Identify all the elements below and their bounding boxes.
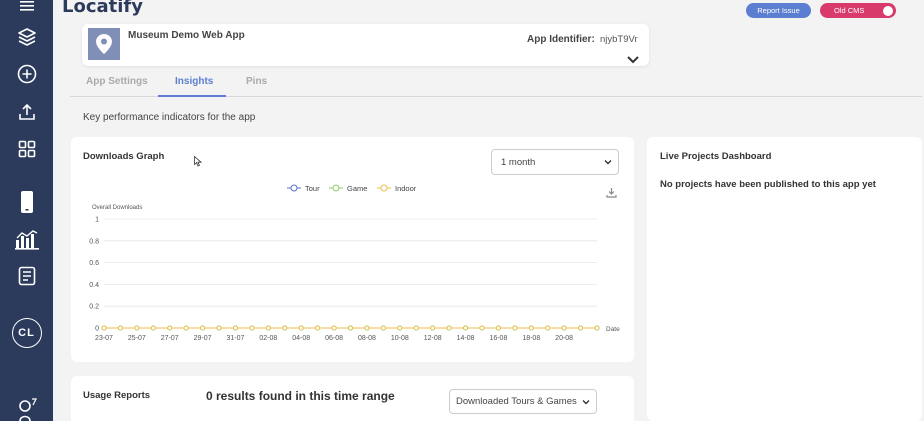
app-logo: Locatify — [62, 0, 143, 17]
apps-grid-icon[interactable] — [0, 137, 53, 161]
google-g-icon[interactable] — [0, 397, 53, 421]
chevron-down-icon — [582, 396, 590, 407]
time-range-value: 1 month — [501, 156, 536, 168]
menu-icon[interactable] — [0, 0, 53, 12]
toggle-knob — [883, 5, 893, 16]
insights-chart-icon[interactable] — [0, 227, 53, 251]
layers-icon[interactable] — [0, 25, 53, 49]
location-pin-icon — [96, 34, 112, 54]
chevron-down-icon — [604, 157, 612, 168]
user-avatar[interactable]: CL — [0, 317, 53, 349]
downloads-graph-title: Downloads Graph — [83, 151, 165, 162]
download-icon[interactable] — [606, 185, 617, 203]
sidebar: CL — [0, 0, 53, 421]
active-tab-indicator — [158, 95, 226, 97]
tab-bar: App Settings Insights Pins — [70, 68, 922, 97]
mouse-cursor-icon — [194, 154, 203, 172]
tab-pins[interactable]: Pins — [246, 76, 267, 87]
usage-filter-value: Downloaded Tours & Games — [456, 396, 577, 407]
report-issue-button[interactable]: Report Issue — [746, 3, 811, 18]
time-range-select[interactable]: 1 month — [491, 149, 619, 175]
avatar-initials: CL — [11, 318, 42, 348]
tab-app-settings[interactable]: App Settings — [86, 76, 148, 87]
app-thumbnail — [88, 28, 120, 60]
chevron-down-icon[interactable] — [627, 51, 639, 69]
usage-filter-select[interactable]: Downloaded Tours & Games — [449, 389, 597, 414]
live-projects-title: Live Projects Dashboard — [660, 151, 772, 162]
tab-insights[interactable]: Insights — [175, 76, 213, 87]
upload-icon[interactable] — [0, 100, 53, 124]
kpi-description: Key performance indicators for the app — [83, 112, 256, 123]
add-circle-icon[interactable] — [0, 62, 53, 86]
old-cms-label: Old CMS — [834, 6, 865, 15]
usage-reports-title: Usage Reports — [83, 390, 151, 401]
live-projects-empty-message: No projects have been published to this … — [660, 179, 876, 190]
mobile-device-icon[interactable] — [0, 189, 53, 215]
app-identifier-value: njybT9Vr — [600, 34, 638, 45]
report-list-icon[interactable] — [0, 264, 53, 288]
app-identifier-label: App Identifier: — [527, 34, 595, 45]
app-name: Museum Demo Web App — [128, 30, 245, 41]
app-card: Museum Demo Web App App Identifier: njyb… — [82, 24, 649, 66]
usage-results-text: 0 results found in this time range — [206, 389, 395, 403]
downloads-graph-card: Downloads Graph 1 month — [71, 137, 634, 362]
old-cms-toggle[interactable]: Old CMS — [820, 3, 896, 18]
